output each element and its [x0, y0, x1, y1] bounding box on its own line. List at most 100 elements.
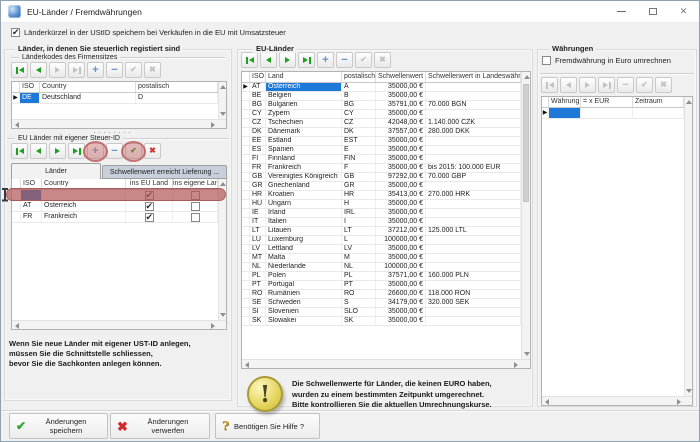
next-button[interactable] — [49, 62, 66, 78]
column-header[interactable]: Country — [40, 82, 136, 92]
scroll-right-icon[interactable] — [677, 399, 681, 405]
table-row[interactable]: FRFrankreichF35000,00 €bis 2015: 100.000… — [242, 164, 530, 173]
scroll-right-icon[interactable] — [211, 122, 215, 128]
table-row[interactable]: FRFrankreich — [12, 212, 226, 223]
table-row[interactable]: ESSpanienE35000,00 € — [242, 146, 530, 155]
firmensitz-grid[interactable]: ISOCountrypostalisch▶DEDeutschlandD — [11, 81, 227, 129]
table-row[interactable]: ▶ATÖsterreichA35000,00 € — [242, 83, 530, 92]
delete-button[interactable]: − — [106, 62, 123, 78]
scroll-down-icon[interactable] — [524, 352, 530, 356]
vertical-scrollbar[interactable] — [521, 72, 530, 359]
row-checkbox[interactable] — [145, 202, 154, 211]
column-header[interactable]: Zeitraum — [633, 97, 684, 107]
scroll-up-icon[interactable] — [220, 85, 226, 89]
help-button[interactable]: ? Benötigen Sie Hilfe ? — [215, 413, 320, 439]
table-row[interactable]: EEEstlandEST35000,00 € — [242, 137, 530, 146]
row-checkbox[interactable] — [191, 213, 200, 222]
column-header[interactable]: Land — [266, 72, 342, 82]
table-row[interactable]: HRKroatienHR35413,00 €270.000 HRK — [242, 191, 530, 200]
tab-laender[interactable]: Länder — [11, 163, 101, 179]
table-row[interactable]: SKSlowakeiSK35000,00 € — [242, 317, 530, 326]
table-row[interactable]: MTMaltaM35000,00 € — [242, 254, 530, 263]
table-row[interactable]: LULuxemburgL100000,00 € — [242, 236, 530, 245]
scroll-left-icon[interactable] — [15, 323, 19, 329]
maximize-button[interactable] — [637, 1, 668, 22]
column-header[interactable]: Währung — [549, 97, 581, 107]
scroll-down-icon[interactable] — [220, 313, 226, 317]
table-row[interactable]: DKDänemarkDK37557,00 €280.000 DKK — [242, 128, 530, 137]
column-header[interactable] — [242, 72, 250, 82]
horizontal-scrollbar[interactable] — [12, 320, 226, 329]
table-row[interactable]: GRGriechenlandGR35000,00 € — [242, 182, 530, 191]
scroll-up-icon[interactable] — [686, 100, 692, 104]
prior-button[interactable] — [260, 52, 277, 68]
scroll-left-icon[interactable] — [545, 399, 549, 405]
next-button[interactable] — [279, 52, 296, 68]
table-row[interactable]: PTPortugalPT35000,00 € — [242, 281, 530, 290]
first-button[interactable] — [11, 62, 28, 78]
scroll-left-icon[interactable] — [15, 122, 19, 128]
table-row[interactable]: PLPolenPL37571,00 €160.000 PLN — [242, 272, 530, 281]
table-row[interactable]: SISlovenienSLO35000,00 € — [242, 308, 530, 317]
horizontal-scrollbar[interactable] — [242, 359, 530, 368]
eu-laender-grid[interactable]: ISOLandpostalischSchwellenwertSchwellenw… — [241, 71, 531, 369]
column-header[interactable]: Schwellenwert — [376, 72, 426, 82]
minimize-button[interactable] — [606, 1, 637, 22]
table-row[interactable]: LTLitauenLT37212,00 €125.000 LTL — [242, 227, 530, 236]
delete-button[interactable]: − — [336, 52, 353, 68]
ustid-checkbox[interactable] — [11, 28, 20, 37]
table-row[interactable]: LVLettlandLV35000,00 € — [242, 245, 530, 254]
table-row[interactable]: ▶DEDeutschlandD — [12, 93, 226, 104]
scroll-up-icon[interactable] — [524, 75, 530, 79]
post-button[interactable]: ✔ — [636, 77, 653, 93]
splitter-handle[interactable]: ········ — [93, 130, 133, 134]
table-row[interactable]: GBVereinigtes KönigreichGB97292,00 €70.0… — [242, 173, 530, 182]
column-header[interactable]: ISO — [250, 72, 266, 82]
prior-button[interactable] — [560, 77, 577, 93]
table-row[interactable]: FIFinnlandFIN35000,00 € — [242, 155, 530, 164]
vertical-scrollbar[interactable] — [684, 97, 692, 396]
scroll-down-icon[interactable] — [220, 112, 226, 116]
next-button[interactable] — [579, 77, 596, 93]
prior-button[interactable] — [30, 143, 47, 159]
vertical-scrollbar[interactable] — [218, 82, 226, 119]
tab-schwellenwert[interactable]: Schwellenwert erreicht Lieferung ... — [102, 165, 227, 179]
waehrungen-grid[interactable]: Währung= x EURZeitraum▶ — [541, 96, 693, 406]
table-row[interactable]: BEBelgienB35000,00 € — [242, 92, 530, 101]
next-button[interactable] — [49, 143, 66, 159]
insert-button[interactable]: + — [87, 62, 104, 78]
table-row[interactable]: HUUngarnH35000,00 € — [242, 200, 530, 209]
scrollbar-thumb[interactable] — [523, 84, 529, 202]
table-row[interactable]: SESchwedenS34179,00 €320.000 SEK — [242, 299, 530, 308]
post-button[interactable]: ✔ — [355, 52, 372, 68]
delete-button[interactable]: − — [617, 77, 634, 93]
table-row[interactable]: ITItalienI35000,00 € — [242, 218, 530, 227]
table-row[interactable]: NLNiederlandeNL100000,00 € — [242, 263, 530, 272]
first-button[interactable] — [11, 143, 28, 159]
column-header[interactable]: = x EUR — [581, 97, 633, 107]
scroll-left-icon[interactable] — [245, 362, 249, 368]
column-header[interactable] — [542, 97, 549, 107]
discard-button[interactable]: ✖ Änderungen verwerfen — [110, 413, 210, 439]
scroll-right-icon[interactable] — [211, 323, 215, 329]
first-button[interactable] — [541, 77, 558, 93]
column-header[interactable]: postalisch — [136, 82, 218, 92]
column-header[interactable]: ISO — [20, 82, 40, 92]
cancel-button[interactable]: ✖ — [374, 52, 391, 68]
cancel-button[interactable]: ✖ — [144, 143, 161, 159]
table-row[interactable]: BGBulgarienBG35791,00 €70.000 BGN — [242, 101, 530, 110]
post-button[interactable]: ✔ — [125, 62, 142, 78]
last-button[interactable] — [298, 52, 315, 68]
prior-button[interactable] — [30, 62, 47, 78]
first-button[interactable] — [241, 52, 258, 68]
last-button[interactable] — [598, 77, 615, 93]
scroll-right-icon[interactable] — [514, 362, 518, 368]
column-header[interactable]: postalisch — [342, 72, 376, 82]
insert-button[interactable]: + — [317, 52, 334, 68]
row-checkbox[interactable] — [145, 213, 154, 222]
column-header[interactable]: Schwellenwert in Landeswährung — [426, 72, 521, 82]
table-row[interactable]: ATÖsterreich — [12, 201, 226, 212]
column-header[interactable] — [12, 82, 20, 92]
close-button[interactable]: ✕ — [668, 1, 699, 22]
save-button[interactable]: ✔ Änderungen speichern — [9, 413, 108, 439]
